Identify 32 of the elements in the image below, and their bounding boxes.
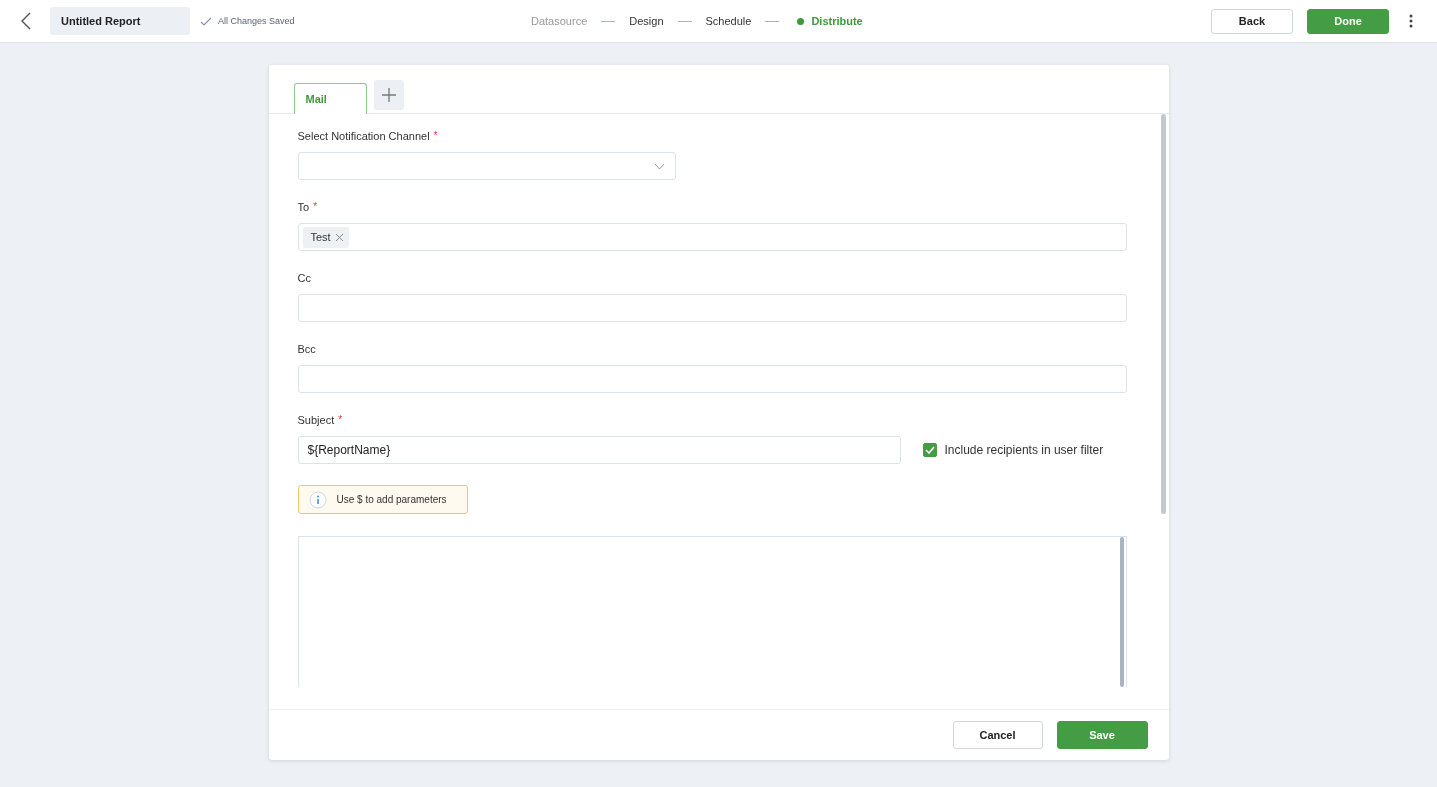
email-input[interactable]: [297, 365, 1127, 393]
step-link[interactable]: Schedule: [705, 15, 752, 27]
mail-tab[interactable]: Mail: [293, 83, 367, 114]
subject-input[interactable]: ${ReportName}: [297, 436, 901, 464]
chip-text: Test: [310, 231, 331, 243]
info-icon: [308, 490, 327, 509]
required-asterisk: *: [338, 414, 343, 426]
checkmark-icon: [200, 16, 212, 26]
active-step-dot: [797, 17, 805, 25]
report-name-field[interactable]: Untitled Report: [50, 7, 190, 35]
field-label: Subject: [297, 414, 335, 426]
cancel-button[interactable]: Cancel: [952, 721, 1043, 749]
field-label: Cc: [297, 272, 311, 284]
email-input[interactable]: [297, 294, 1127, 322]
field-label: Bcc: [297, 343, 316, 355]
save-status: All Changes Saved: [218, 16, 295, 26]
required-asterisk: *: [433, 130, 438, 142]
step-link[interactable]: Design: [629, 15, 664, 27]
remove-icon[interactable]: [335, 233, 343, 241]
field-label: Select Notification Channel: [297, 130, 430, 142]
checkbox-label: Include recipients in user filter: [944, 443, 1104, 457]
add-tab-button[interactable]: [373, 80, 404, 110]
hint-text: Use $ to add parameters: [336, 494, 447, 505]
chevron-down-icon: [653, 162, 665, 170]
more-options-icon[interactable]: [1409, 14, 1413, 28]
step-link[interactable]: Distribute: [811, 15, 863, 27]
checkbox[interactable]: [922, 443, 937, 457]
field-label: To: [297, 201, 310, 213]
required-asterisk: *: [313, 201, 318, 213]
recipients-input[interactable]: Test: [297, 223, 1127, 251]
back-button[interactable]: Back: [1211, 8, 1293, 34]
plus-icon: [381, 88, 396, 102]
